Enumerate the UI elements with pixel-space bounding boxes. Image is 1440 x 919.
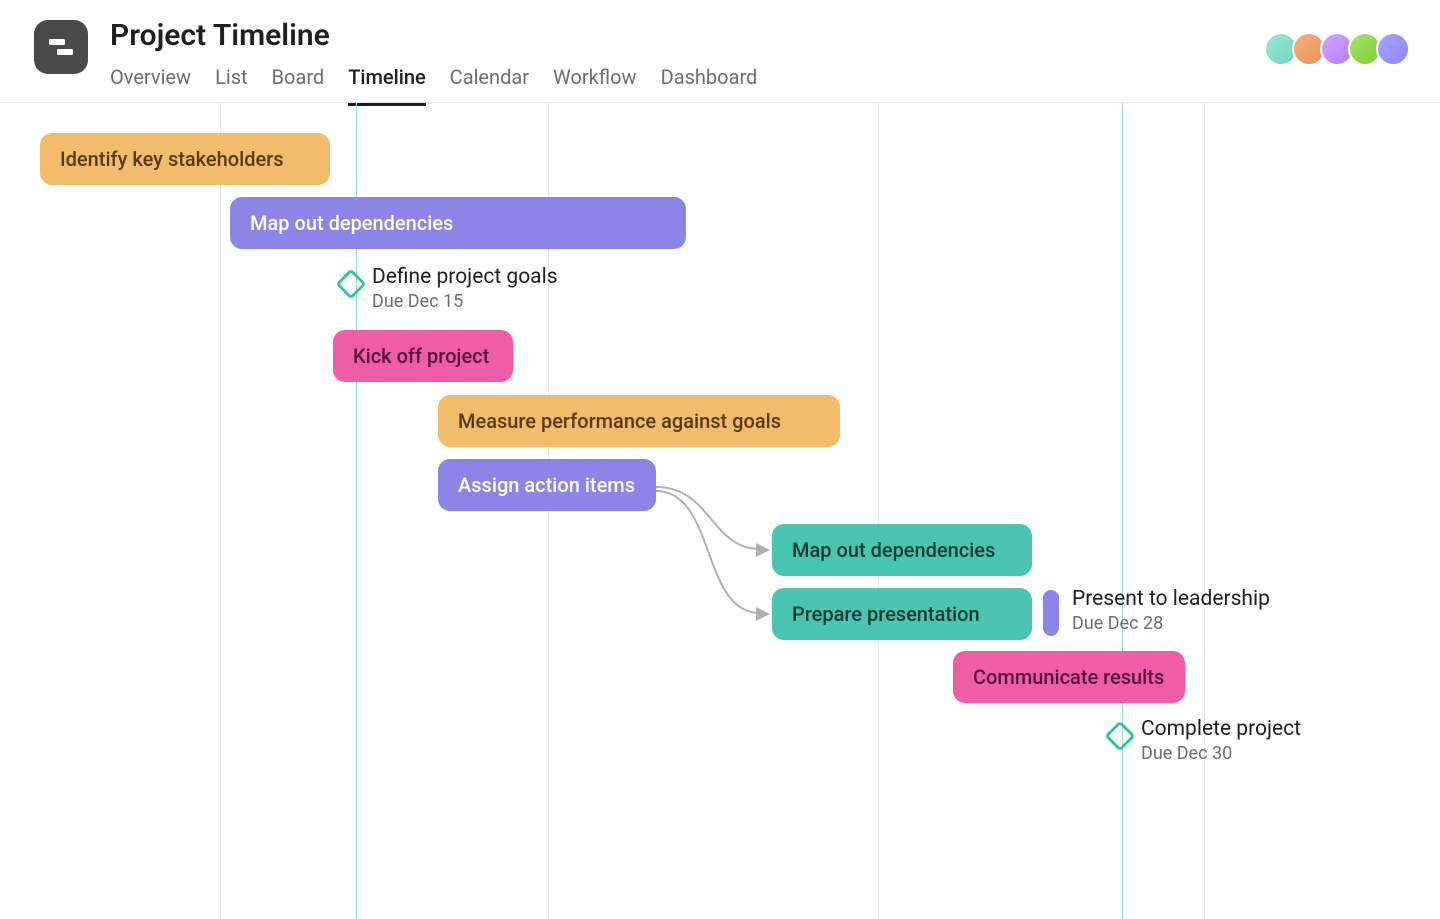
tab-timeline[interactable]: Timeline: [348, 65, 425, 106]
task-bar-prepare[interactable]: Prepare presentation: [772, 588, 1032, 640]
header: Project Timeline Overview List Board Tim…: [0, 0, 1440, 103]
tab-calendar[interactable]: Calendar: [450, 65, 529, 106]
timeline-gridline: [1122, 103, 1123, 919]
tab-workflow[interactable]: Workflow: [553, 65, 637, 106]
task-pill-due: Due Dec 28: [1072, 613, 1270, 634]
task-bar-kickoff[interactable]: Kick off project: [333, 330, 513, 382]
timeline-gridline: [1204, 103, 1205, 919]
task-pill-label: Present to leadershipDue Dec 28: [1072, 587, 1270, 634]
milestone-define-goals[interactable]: Define project goalsDue Dec 15: [340, 265, 558, 312]
dependency-line: [656, 485, 776, 625]
milestone-title: Complete project: [1141, 717, 1301, 741]
timeline-gridline: [878, 103, 879, 919]
collaborator-avatars[interactable]: [1270, 32, 1410, 66]
task-bar-stakeholders[interactable]: Identify key stakeholders: [40, 133, 330, 185]
task-bar-dependencies2[interactable]: Map out dependencies: [772, 524, 1032, 576]
task-pill-present-leadership[interactable]: [1043, 590, 1059, 636]
milestone-due: Due Dec 30: [1141, 743, 1301, 764]
timeline-canvas[interactable]: Identify key stakeholders Map out depende…: [0, 103, 1440, 919]
project-icon: [34, 20, 88, 74]
tab-board[interactable]: Board: [272, 65, 325, 106]
milestone-diamond-icon: [1104, 720, 1135, 751]
header-main: Project Timeline Overview List Board Tim…: [110, 18, 757, 106]
tabs: Overview List Board Timeline Calendar Wo…: [110, 65, 757, 106]
task-bar-communicate[interactable]: Communicate results: [953, 651, 1185, 703]
arrow-right-icon: [756, 607, 770, 621]
milestone-title: Define project goals: [372, 265, 558, 289]
milestone-diamond-icon: [335, 268, 366, 299]
avatar[interactable]: [1376, 32, 1410, 66]
milestone-text: Complete projectDue Dec 30: [1141, 717, 1301, 764]
tab-dashboard[interactable]: Dashboard: [661, 65, 758, 106]
timeline-gridline: [220, 103, 221, 919]
timeline-icon: [45, 31, 77, 63]
page-title: Project Timeline: [110, 18, 757, 53]
milestone-due: Due Dec 15: [372, 291, 558, 312]
tab-list[interactable]: List: [215, 65, 248, 106]
task-bar-measure[interactable]: Measure performance against goals: [438, 395, 840, 447]
task-pill-title: Present to leadership: [1072, 587, 1270, 611]
task-bar-dependencies1[interactable]: Map out dependencies: [230, 197, 686, 249]
tab-overview[interactable]: Overview: [110, 65, 191, 106]
milestone-text: Define project goalsDue Dec 15: [372, 265, 558, 312]
milestone-complete-project[interactable]: Complete projectDue Dec 30: [1109, 717, 1301, 764]
task-bar-assign[interactable]: Assign action items: [438, 459, 656, 511]
